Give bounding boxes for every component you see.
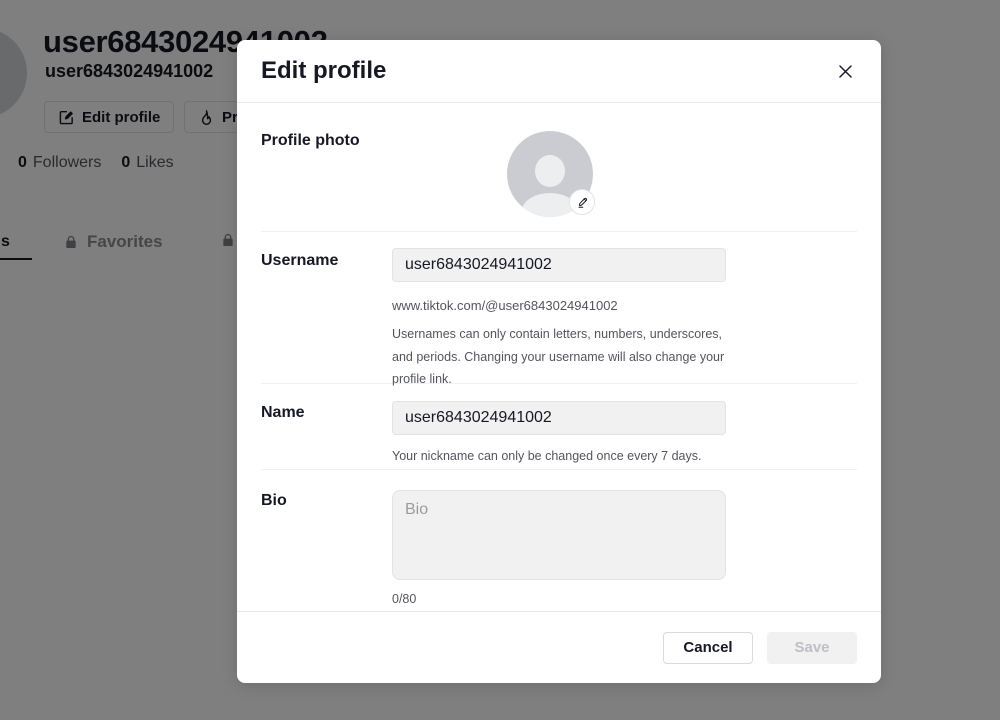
name-input[interactable] [392,401,726,435]
close-icon [836,62,855,81]
bio-textarea[interactable] [392,490,726,580]
username-row: Username www.tiktok.com/@user68430249410… [237,232,881,383]
name-label: Name [261,384,392,469]
close-button[interactable] [833,59,857,83]
bio-label: Bio [261,470,392,610]
profile-link-text: www.tiktok.com/@user6843024941002 [392,298,726,313]
profile-photo-row: Profile photo [237,103,881,231]
bio-char-counter: 0/80 [392,592,726,606]
username-help-text: Usernames can only contain letters, numb… [392,323,726,391]
name-help-text: Your nickname can only be changed once e… [392,445,726,468]
dialog-footer: Cancel Save [237,611,881,683]
save-button[interactable]: Save [767,632,857,664]
screen: user6843024941002 user6843024941002 Edit… [0,0,1000,720]
dialog-title: Edit profile [261,57,386,85]
edit-profile-dialog: Edit profile Profile photo Username www.… [237,40,881,683]
bio-row: Bio 0/80 [237,470,881,610]
dialog-body: Profile photo Username www.tiktok.com/@u… [237,103,881,611]
username-label: Username [261,232,392,383]
name-row: Name Your nickname can only be changed o… [237,384,881,469]
profile-photo-label: Profile photo [261,103,392,231]
cancel-button[interactable]: Cancel [663,632,753,664]
username-input[interactable] [392,248,726,282]
pencil-icon [576,196,589,209]
dialog-header: Edit profile [237,40,881,103]
edit-photo-badge[interactable] [569,189,595,215]
